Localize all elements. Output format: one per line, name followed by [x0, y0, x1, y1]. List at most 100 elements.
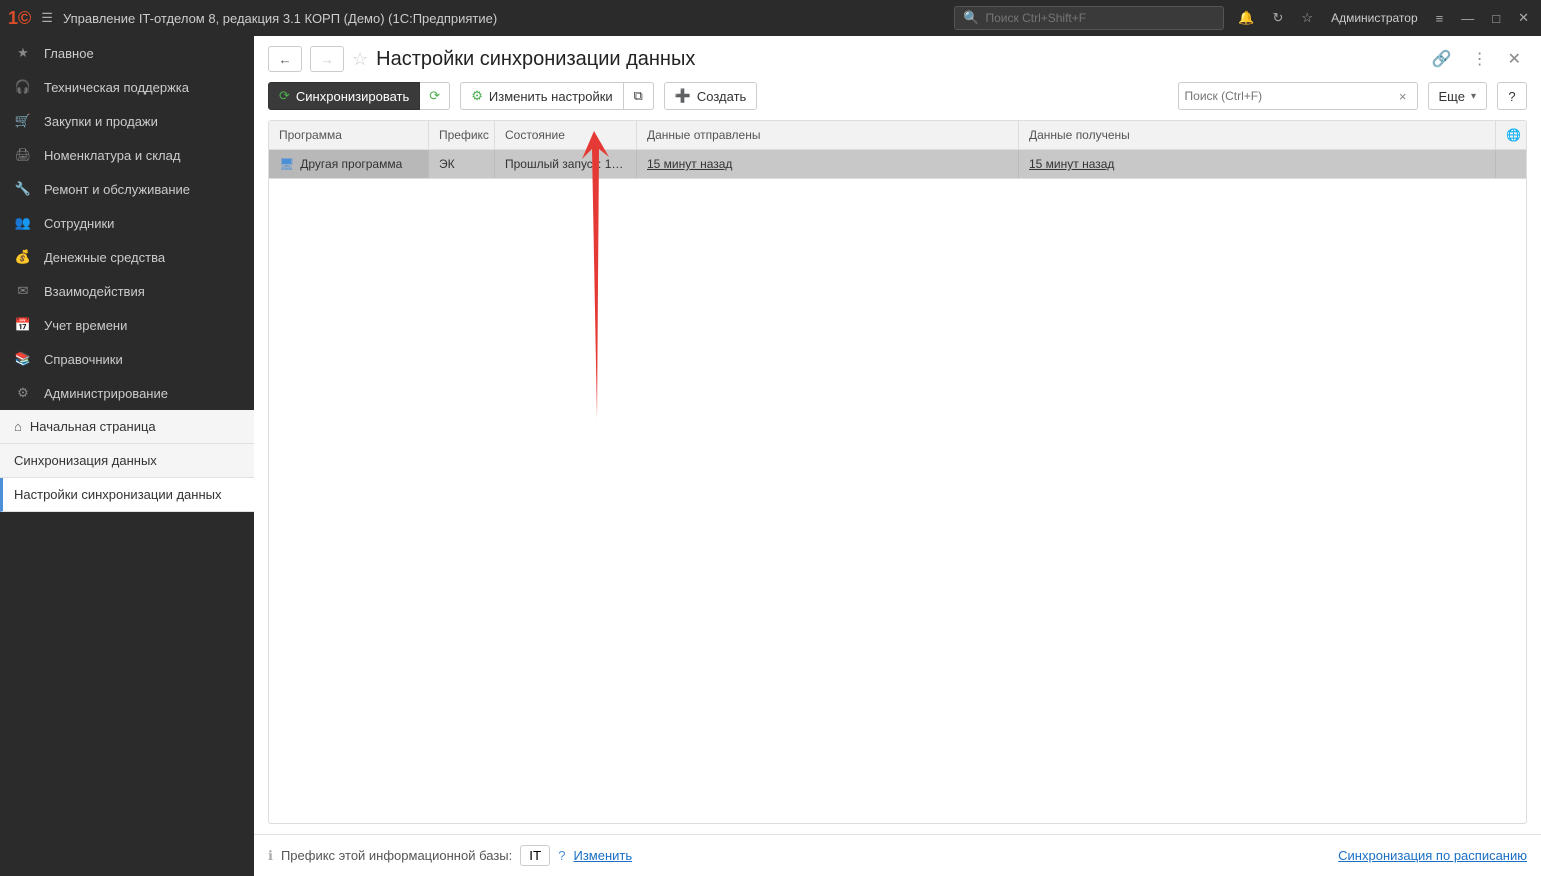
- refresh-icon: ⟳: [279, 88, 290, 104]
- sidebar-item-label: Главное: [44, 46, 94, 61]
- td-prefix: ЭК: [429, 150, 495, 178]
- td-globe: [1496, 150, 1526, 178]
- prefix-input[interactable]: [520, 845, 550, 866]
- edit-settings-button[interactable]: ⚙Изменить настройки: [460, 82, 623, 110]
- create-button[interactable]: ➕Создать: [664, 82, 758, 110]
- money-icon: 💰: [14, 249, 32, 265]
- sidebar-item-repair[interactable]: 🔧Ремонт и обслуживание: [0, 172, 254, 206]
- search-clear-icon[interactable]: ×: [1395, 89, 1411, 104]
- sidebar-item-label: Сотрудники: [44, 216, 114, 231]
- table-row[interactable]: 🖥 Другая программа ЭК Прошлый запуск: 15……: [269, 150, 1526, 179]
- tab-sync-data[interactable]: Синхронизация данных: [0, 444, 254, 478]
- th-state[interactable]: Состояние: [495, 121, 637, 149]
- global-search-input[interactable]: [986, 11, 1216, 25]
- th-prefix[interactable]: Префикс: [429, 121, 495, 149]
- cell-text: Другая программа: [300, 157, 402, 171]
- button-label: Изменить настройки: [489, 89, 613, 104]
- refresh-small-icon: ⟳: [429, 88, 440, 104]
- sidebar-item-main[interactable]: ★Главное: [0, 36, 254, 70]
- more-button[interactable]: Еще: [1428, 82, 1487, 110]
- tab-label: Синхронизация данных: [14, 453, 157, 468]
- tab-label: Начальная страница: [30, 419, 156, 434]
- edit-dropdown-button[interactable]: ⧉: [624, 82, 654, 110]
- sidebar-item-purchases[interactable]: 🛒 Закупки и продажи: [0, 104, 254, 138]
- sidebar-item-employees[interactable]: 👥 Сотрудники: [0, 206, 254, 240]
- nav-back-button[interactable]: ←: [268, 46, 302, 72]
- sidebar-item-support[interactable]: 🎧 Техническая поддержка: [0, 70, 254, 104]
- help-button[interactable]: ?: [1497, 82, 1527, 110]
- cart-icon: 🛒: [14, 113, 32, 129]
- sidebar-item-admin[interactable]: ⚙ Администрирование: [0, 376, 254, 410]
- history-icon[interactable]: ↻: [1269, 10, 1288, 26]
- td-received: 15 минут назад: [1019, 150, 1496, 178]
- sidebar: ★Главное 🎧 Техническая поддержка 🛒 Закупки…: [0, 36, 254, 876]
- link-icon[interactable]: 🔗: [1426, 49, 1458, 69]
- calendar-icon: 📅: [14, 317, 32, 333]
- sidebar-item-label: Денежные средства: [44, 250, 165, 265]
- bell-icon[interactable]: 🔔: [1234, 10, 1258, 26]
- sidebar-item-label: Номенклатура и склад: [44, 148, 180, 163]
- help-qmark-icon[interactable]: ?: [558, 848, 565, 863]
- book-icon: 📚: [14, 351, 32, 367]
- th-globe[interactable]: 🌐: [1496, 121, 1526, 149]
- sync-button[interactable]: ⟳ Синхронизировать: [268, 82, 420, 110]
- sidebar-item-label: Администрирование: [44, 386, 168, 401]
- th-program[interactable]: Программа: [269, 121, 429, 149]
- globe-icon: 🌐: [1506, 128, 1521, 142]
- schedule-link[interactable]: Синхронизация по расписанию: [1338, 848, 1527, 863]
- table-search[interactable]: ×: [1178, 82, 1418, 110]
- sidebar-item-interactions[interactable]: ✉Взаимодействия: [0, 274, 254, 308]
- th-sent[interactable]: Данные отправлены: [637, 121, 1019, 149]
- sidebar-item-label: Техническая поддержка: [44, 80, 189, 95]
- sidebar-item-stock[interactable]: 🖨 Номенклатура и склад: [0, 138, 254, 172]
- button-label: Создать: [697, 89, 746, 104]
- window-icon: ⧉: [634, 88, 643, 104]
- sent-link[interactable]: 15 минут назад: [647, 157, 732, 171]
- star-icon[interactable]: ☆: [1297, 10, 1317, 26]
- td-state: Прошлый запуск: 15…: [495, 150, 637, 178]
- td-sent: 15 минут назад: [637, 150, 1019, 178]
- user-label[interactable]: Администратор: [1327, 11, 1422, 25]
- sidebar-item-label: Закупки и продажи: [44, 114, 158, 129]
- menu-dots-icon[interactable]: ⋮: [1466, 49, 1494, 69]
- received-link[interactable]: 15 минут назад: [1029, 157, 1114, 171]
- users-icon: 👥: [14, 215, 32, 231]
- button-label: Синхронизировать: [296, 89, 409, 104]
- sidebar-item-references[interactable]: 📚 Справочники: [0, 342, 254, 376]
- tab-home[interactable]: ⌂ Начальная страница: [0, 410, 254, 444]
- sidebar-tabs: ⌂ Начальная страница Синхронизация данных…: [0, 410, 254, 512]
- gear-icon: ⚙: [14, 385, 32, 401]
- maximize-icon[interactable]: □: [1488, 11, 1504, 26]
- table-search-input[interactable]: [1185, 89, 1395, 103]
- footer-bar: ℹ Префикс этой информационной базы: ? Из…: [254, 834, 1541, 876]
- sync-dropdown-button[interactable]: ⟳: [420, 82, 450, 110]
- monitor-icon: 🖥: [279, 157, 294, 171]
- main-menu-icon[interactable]: ☰: [41, 10, 53, 26]
- th-received[interactable]: Данные получены: [1019, 121, 1496, 149]
- settings-icon[interactable]: ≡: [1432, 11, 1448, 26]
- minimize-icon[interactable]: —: [1457, 11, 1478, 26]
- sidebar-item-label: Ремонт и обслуживание: [44, 182, 190, 197]
- printer-icon: 🖨: [14, 147, 32, 163]
- close-tab-icon[interactable]: ✕: [1502, 49, 1527, 69]
- mail-icon: ✉: [14, 283, 32, 299]
- titlebar: 1© ☰ Управление IT-отделом 8, редакция 3…: [0, 0, 1541, 36]
- sidebar-item-money[interactable]: 💰 Денежные средства: [0, 240, 254, 274]
- sidebar-item-label: Учет времени: [44, 318, 127, 333]
- home-icon: ⌂: [14, 419, 22, 434]
- sync-table: Программа Префикс Состояние Данные отпра…: [268, 120, 1527, 824]
- close-icon[interactable]: ✕: [1514, 10, 1533, 26]
- page-title: Настройки синхронизации данных: [376, 48, 695, 71]
- sidebar-item-label: Справочники: [44, 352, 123, 367]
- global-search[interactable]: 🔍: [954, 6, 1224, 30]
- change-link[interactable]: Изменить: [573, 848, 632, 863]
- favorite-icon[interactable]: ☆: [352, 49, 368, 70]
- toolbar: ⟳Синхронизировать ⟳ ⚙Изменить настройки …: [254, 78, 1541, 120]
- nav-forward-button[interactable]: →: [310, 46, 344, 72]
- info-icon: ℹ: [268, 848, 273, 864]
- button-label: Еще: [1439, 89, 1465, 104]
- sidebar-item-time[interactable]: 📅 Учет времени: [0, 308, 254, 342]
- page-header: ← → ☆ Настройки синхронизации данных 🔗 ⋮…: [254, 36, 1541, 78]
- headset-icon: 🎧: [14, 79, 32, 95]
- tab-sync-settings[interactable]: Настройки синхронизации данных: [0, 478, 254, 512]
